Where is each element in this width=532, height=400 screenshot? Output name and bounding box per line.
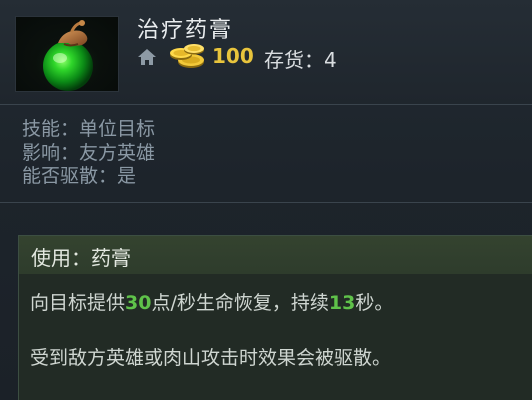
desc-text: 点/秒生命恢复，持续 xyxy=(151,292,329,314)
attr-value: 是 xyxy=(117,165,137,187)
ability-header: 使用：药膏 xyxy=(19,236,532,274)
desc-text: 向目标提供 xyxy=(30,292,126,314)
item-name: 治疗药膏 xyxy=(137,18,234,43)
header-divider xyxy=(0,104,532,105)
ability-title: 使用：药膏 xyxy=(31,246,131,270)
item-cost: 100 xyxy=(212,44,254,68)
ability-body: 向目标提供30点/秒生命恢复，持续13秒。 受到敌方英雄或肉山攻击时效果会被驱散… xyxy=(19,274,532,400)
stock-value: 4 xyxy=(324,48,337,72)
ability-description-dispel: 受到敌方英雄或肉山攻击时效果会被驱散。 xyxy=(30,347,392,369)
stock-label: 存货： xyxy=(264,48,324,72)
attr-affects: 影响：友方英雄 xyxy=(22,142,155,166)
healing-salve-potion-icon xyxy=(15,16,119,92)
item-attributes: 技能：单位目标 影响：友方英雄 能否驱散：是 xyxy=(22,118,155,189)
attr-value: 单位目标 xyxy=(79,118,156,140)
attr-label: 能否驱散： xyxy=(22,165,118,187)
ability-box: 使用：药膏 向目标提供30点/秒生命恢复，持续13秒。 受到敌方英雄或肉山攻击时… xyxy=(18,235,532,400)
duration-value: 13 xyxy=(328,292,356,314)
desc-text: 秒。 xyxy=(355,292,394,314)
attr-label: 影响： xyxy=(22,141,80,164)
tooltip-header: 治疗药膏 100 存货：4 xyxy=(0,0,532,104)
gold-coins-icon xyxy=(170,44,204,68)
ability-description-heal: 向目标提供30点/秒生命恢复，持续13秒。 xyxy=(30,288,393,315)
attributes-divider xyxy=(0,202,532,203)
attr-ability-target: 技能：单位目标 xyxy=(22,118,155,142)
heal-per-second-value: 30 xyxy=(125,292,152,314)
home-shop-icon xyxy=(138,49,156,65)
attr-dispellable: 能否驱散：是 xyxy=(22,165,155,189)
attr-label: 技能： xyxy=(22,118,80,140)
item-tooltip: 治疗药膏 100 存货：4 技能：单位目标 影响：友方英雄 能否驱散：是 使用：… xyxy=(0,0,532,400)
attr-value: 友方英雄 xyxy=(79,141,156,164)
item-stock: 存货：4 xyxy=(264,44,337,73)
